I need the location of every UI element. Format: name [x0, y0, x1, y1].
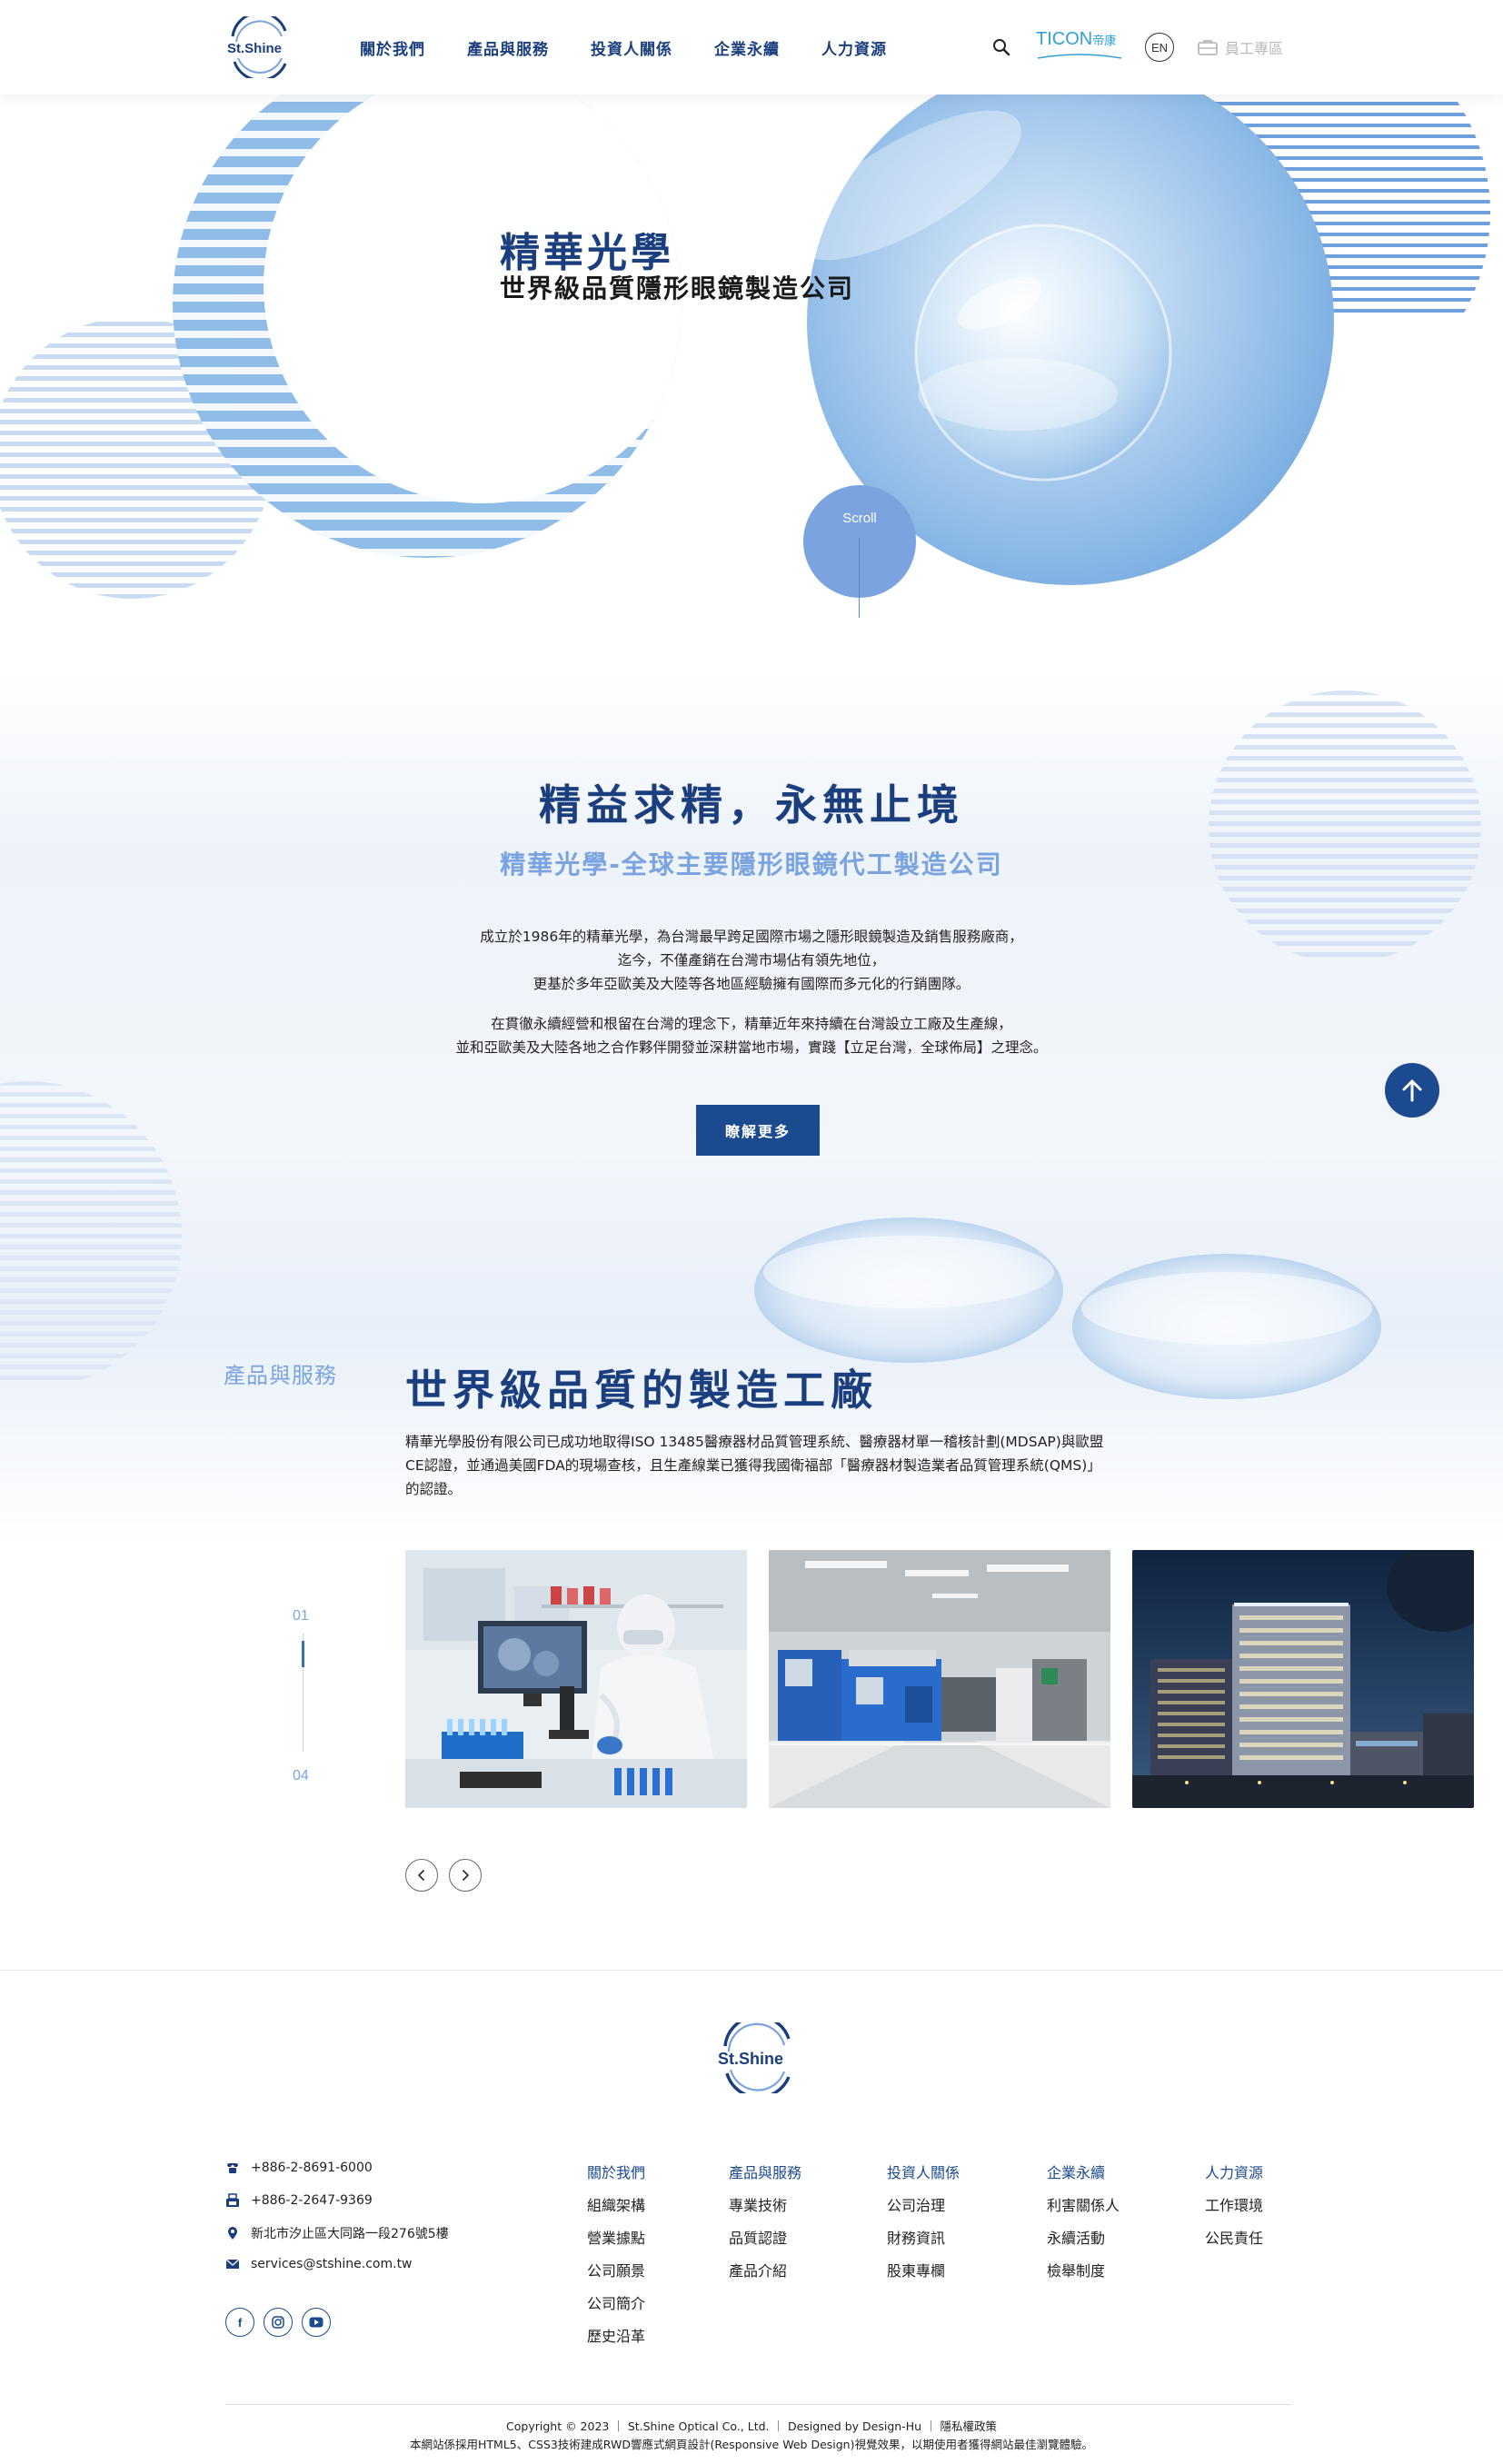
instagram-icon[interactable] — [264, 2308, 293, 2337]
intro-paragraph-1-line-3: 更基於多年亞歐美及大陸等各地區經驗擁有國際而多元化的行銷團隊。 — [533, 976, 970, 992]
slider-next-button[interactable] — [449, 1859, 482, 1892]
footer-link[interactable]: 財務資訊 — [887, 2230, 960, 2248]
slider-progress-thumb — [302, 1641, 304, 1668]
chevron-left-icon — [418, 1870, 424, 1881]
footer-link[interactable]: 公民責任 — [1205, 2230, 1263, 2248]
footer-col-heading[interactable]: 產品與服務 — [729, 2161, 801, 2182]
search-icon[interactable] — [990, 36, 1012, 58]
tech-note-text: 本網站係採用HTML5、CSS3技術建成RWD響應式網頁設計(Responsiv… — [410, 2438, 1093, 2451]
youtube-icon[interactable] — [302, 2308, 331, 2337]
footer-col-heading[interactable]: 關於我們 — [587, 2161, 645, 2182]
nav-sustainability[interactable]: 企業永續 — [714, 36, 780, 59]
nav-products[interactable]: 產品與服務 — [467, 36, 549, 59]
footer-link[interactable]: 公司治理 — [887, 2197, 960, 2215]
footer-link[interactable]: 品質認證 — [729, 2230, 801, 2248]
hero-graphic — [0, 94, 1490, 599]
footer-bottom-divider — [225, 2404, 1292, 2405]
ticon-brand-sub: 帝康 — [1092, 34, 1117, 47]
footer-link[interactable]: 公司願景 — [587, 2262, 645, 2280]
intro-paragraph-2-line-2: 並和亞歐美及大陸各地之合作夥伴開發並深耕當地市場，實踐【立足台灣，全球佈局】之理… — [455, 1039, 1048, 1056]
laboratory-photo — [405, 1550, 747, 1808]
mail-icon — [225, 2259, 240, 2269]
office-building-night-photo — [1132, 1550, 1474, 1808]
footer-col-heading[interactable]: 投資人關係 — [887, 2161, 960, 2182]
scroll-line — [859, 538, 860, 618]
fax-icon — [226, 2193, 239, 2207]
footer-link[interactable]: 公司簡介 — [587, 2295, 645, 2313]
main-nav: 關於我們 產品與服務 投資人關係 企業永續 人力資源 — [360, 0, 887, 94]
staff-area-link[interactable]: 員工專區 — [1198, 36, 1283, 58]
footer-col-about: 關於我們 組織架構 營業據點 公司願景 公司簡介 歷史沿革 — [587, 2161, 645, 2360]
product-card-building[interactable] — [1132, 1550, 1474, 1808]
ticon-brand: TICON — [1036, 29, 1093, 49]
back-to-top-button[interactable] — [1385, 1063, 1439, 1118]
products-section-tag: 產品與服務 — [224, 1363, 337, 1388]
products-description: 精華光學股份有限公司已成功地取得ISO 13485醫療器材品質管理系統、醫療器材… — [405, 1434, 1104, 1497]
factory-machines-photo — [769, 1550, 1110, 1808]
footer-logo-text: St.Shine — [718, 2050, 784, 2068]
slider-prev-button[interactable] — [405, 1859, 438, 1892]
contact-email-text: services@stshine.com.tw — [251, 2257, 413, 2271]
footer-col-investors: 投資人關係 公司治理 財務資訊 股東專欄 — [887, 2161, 960, 2295]
intro-title: 精益求精，永無止境 — [539, 780, 964, 830]
contact-fax: +886-2-2647-9369 — [225, 2193, 373, 2208]
footer-link[interactable]: 專業技術 — [729, 2197, 801, 2215]
footer-link[interactable]: 股東專欄 — [887, 2262, 960, 2280]
scroll-indicator[interactable] — [803, 485, 916, 598]
chevron-right-icon — [463, 1870, 469, 1881]
intro-paragraph-2-line-1: 在貫徹永續經營和根留在台灣的理念下，精華近年來持續在台灣設立工廠及生產線， — [491, 1016, 1012, 1032]
nav-hr[interactable]: 人力資源 — [821, 36, 887, 59]
intro-paragraph-1-line-2: 迄今，不僅產銷在台灣市場佔有領先地位， — [617, 952, 886, 969]
footer-link[interactable]: 營業據點 — [587, 2230, 645, 2248]
intro-paragraph-1-line-1: 成立於1986年的精華光學，為台灣最早跨足國際市場之隱形眼鏡製造及銷售服務廠商， — [480, 929, 1023, 945]
footer-logo[interactable]: St.Shine — [716, 2014, 798, 2100]
product-card-laboratory[interactable] — [405, 1550, 747, 1808]
footer-col-products: 產品與服務 專業技術 品質認證 產品介紹 — [729, 2161, 801, 2295]
slider-current-index: 01 — [293, 1608, 309, 1624]
footer-link[interactable]: 工作環境 — [1205, 2197, 1263, 2215]
copyright-text: Copyright © 2023 ｜ St.Shine Optical Co.,… — [506, 2419, 997, 2433]
arrow-up-icon — [1402, 1079, 1422, 1102]
site-logo[interactable]: St.Shine — [225, 16, 294, 78]
slider-total-index: 04 — [293, 1768, 309, 1783]
products-title: 世界級品質的製造工廠 — [405, 1366, 878, 1415]
hero-banner: 精華光學 世界級品質隱形眼鏡製造公司 Scroll — [0, 94, 1503, 658]
learn-more-button[interactable]: 瞭解更多 — [696, 1105, 820, 1156]
footer-link[interactable]: 永續活動 — [1047, 2230, 1120, 2248]
footer-link[interactable]: 檢舉制度 — [1047, 2262, 1120, 2280]
language-button[interactable]: EN — [1145, 33, 1174, 62]
footer-col-hr: 人力資源 工作環境 公民責任 — [1205, 2161, 1263, 2262]
footer-link[interactable]: 歷史沿革 — [587, 2328, 645, 2346]
contact-phone-text: +886-2-8691-6000 — [251, 2161, 373, 2175]
footer-col-sustainability: 企業永續 利害關係人 永續活動 檢舉制度 — [1047, 2161, 1120, 2295]
nav-about[interactable]: 關於我們 — [360, 36, 425, 59]
staff-label: 員工專區 — [1225, 42, 1284, 57]
facebook-icon[interactable]: f — [225, 2308, 254, 2337]
ticon-partner-link[interactable]: TICON帝康 — [1036, 29, 1116, 50]
contact-email[interactable]: services@stshine.com.tw — [225, 2257, 413, 2271]
contact-fax-text: +886-2-2647-9369 — [251, 2193, 373, 2208]
contact-address[interactable]: 新北市汐止區大同路一段276號5樓 — [225, 2224, 449, 2242]
site-header: St.Shine 關於我們 產品與服務 投資人關係 企業永續 人力資源 TICO… — [0, 0, 1503, 94]
product-card-factory[interactable] — [769, 1550, 1110, 1808]
footer-link[interactable]: 產品介紹 — [729, 2262, 801, 2280]
briefcase-icon — [1198, 40, 1218, 55]
scroll-label: Scroll — [842, 511, 877, 526]
footer-link[interactable]: 利害關係人 — [1047, 2197, 1120, 2215]
footer-divider — [0, 1970, 1503, 1971]
logo-text: St.Shine — [227, 41, 283, 56]
nav-investors[interactable]: 投資人關係 — [591, 36, 672, 59]
footer-col-heading[interactable]: 人力資源 — [1205, 2161, 1263, 2182]
hero-subtitle: 世界級品質隱形眼鏡製造公司 — [500, 273, 855, 303]
contact-address-text: 新北市汐止區大同路一段276號5樓 — [251, 2227, 449, 2241]
footer-col-heading[interactable]: 企業永續 — [1047, 2161, 1120, 2182]
ticon-wave-icon — [1037, 54, 1122, 59]
footer-link[interactable]: 組織架構 — [587, 2197, 645, 2215]
phone-icon — [227, 2163, 238, 2173]
location-icon — [228, 2227, 237, 2240]
contact-phone[interactable]: +886-2-8691-6000 — [225, 2161, 373, 2175]
intro-subtitle: 精華光學-全球主要隱形眼鏡代工製造公司 — [500, 849, 1003, 879]
